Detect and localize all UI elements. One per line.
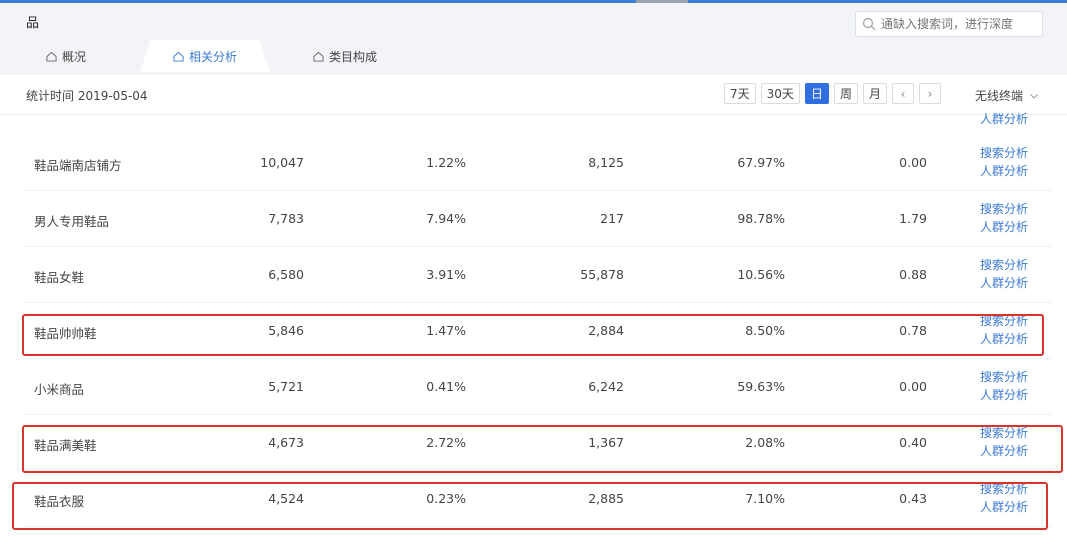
chevron-down-icon [1030, 93, 1038, 99]
period-month-button[interactable]: 月 [862, 83, 887, 104]
cell-value: 0.00 [899, 155, 927, 170]
prev-period-button[interactable]: ‹ [891, 83, 914, 104]
cell-value: 0.00 [899, 379, 927, 394]
cell-value: 67.97% [737, 155, 785, 170]
table-row: 鞋品端南店铺方 10,047 1.22% 8,125 67.97% 0.00 搜… [22, 135, 1052, 191]
row-actions: 搜索分析 人群分析 [980, 258, 1028, 291]
cell-value: 0.41% [426, 379, 466, 394]
period-30d-button[interactable]: 30天 [760, 83, 800, 104]
tab-related-analysis[interactable]: 相关分析 [140, 40, 270, 72]
search-analysis-link[interactable]: 搜索分析 [980, 146, 1028, 161]
cell-value: 217 [600, 211, 624, 226]
highlight-box [22, 314, 1044, 356]
highlight-box [12, 482, 1048, 530]
cell-value: 7,783 [268, 211, 304, 226]
table-row: 男人专用鞋品 7,783 7.94% 217 98.78% 1.79 搜索分析 … [22, 191, 1052, 247]
tab-label: 相关分析 [188, 49, 237, 64]
cell-name: 男人专用鞋品 [34, 214, 110, 229]
cell-value: 8,125 [588, 155, 624, 170]
search-box[interactable] [855, 11, 1043, 37]
search-analysis-link[interactable]: 搜索分析 [980, 258, 1028, 273]
tab-category-composition[interactable]: 类目构成 [313, 40, 377, 72]
cell-name: 小米商品 [34, 382, 85, 397]
tab-label: 类目构成 [329, 49, 378, 64]
search-analysis-link[interactable]: 搜索分析 [980, 370, 1028, 385]
cell-value: 98.78% [737, 211, 785, 226]
period-week-button[interactable]: 周 [833, 83, 858, 104]
period-7d-button[interactable]: 7天 [724, 83, 756, 104]
cell-value: 59.63% [737, 379, 785, 394]
cell-value: 3.91% [426, 267, 466, 282]
cell-value: 6,242 [588, 379, 624, 394]
crowd-analysis-link[interactable]: 人群分析 [980, 220, 1028, 235]
highlight-box [22, 425, 1063, 473]
crowd-analysis-link[interactable]: 人群分析 [980, 388, 1028, 403]
cell-value: 0.88 [899, 267, 927, 282]
crowd-analysis-link[interactable]: 人群分析 [980, 276, 1028, 291]
cell-value: 5,721 [268, 379, 304, 394]
table-row: 鞋品女鞋 6,580 3.91% 55,878 10.56% 0.88 搜索分析… [22, 247, 1052, 303]
cell-value: 1.79 [899, 211, 927, 226]
tab-overview[interactable]: 概况 [46, 40, 86, 72]
row-actions: 搜索分析 人群分析 [980, 146, 1028, 179]
cell-value: 7.94% [426, 211, 466, 226]
filter-label: 无线终端 [975, 89, 1024, 103]
tab-bar: 概况 相关分析 类目构成 [0, 40, 1067, 72]
crowd-analysis-link-partial[interactable]: 人群分析 [980, 110, 1028, 127]
house-icon [313, 51, 324, 62]
stat-time-label: 统计时间 2019-05-04 [26, 89, 148, 103]
period-selector: 7天 30天 日 周 月 ‹ › [724, 83, 941, 104]
cell-name: 鞋品端南店铺方 [34, 158, 122, 173]
tab-label: 概况 [62, 49, 87, 64]
toolbar: 统计时间 2019-05-04 7天 30天 日 周 月 ‹ › 无线终端 [0, 75, 1067, 115]
cell-value: 10.56% [737, 267, 785, 282]
crowd-analysis-link[interactable]: 人群分析 [980, 164, 1028, 179]
next-period-button[interactable]: › [918, 83, 941, 104]
cell-value: 6,580 [268, 267, 304, 282]
house-icon [173, 51, 184, 62]
brand-title: 品 [26, 16, 40, 31]
cell-value: 1.22% [426, 155, 466, 170]
cell-name: 鞋品女鞋 [34, 270, 85, 285]
period-day-button[interactable]: 日 [804, 83, 829, 104]
cell-value: 10,047 [260, 155, 304, 170]
search-icon [862, 17, 876, 31]
row-actions: 搜索分析 人群分析 [980, 370, 1028, 403]
cell-value: 55,878 [580, 267, 624, 282]
table-row: 小米商品 5,721 0.41% 6,242 59.63% 0.00 搜索分析 … [22, 359, 1052, 415]
terminal-filter-dropdown[interactable]: 无线终端 [975, 87, 1039, 104]
search-analysis-link[interactable]: 搜索分析 [980, 202, 1028, 217]
house-icon [46, 51, 57, 62]
search-input[interactable] [881, 17, 1041, 31]
row-actions: 搜索分析 人群分析 [980, 202, 1028, 235]
